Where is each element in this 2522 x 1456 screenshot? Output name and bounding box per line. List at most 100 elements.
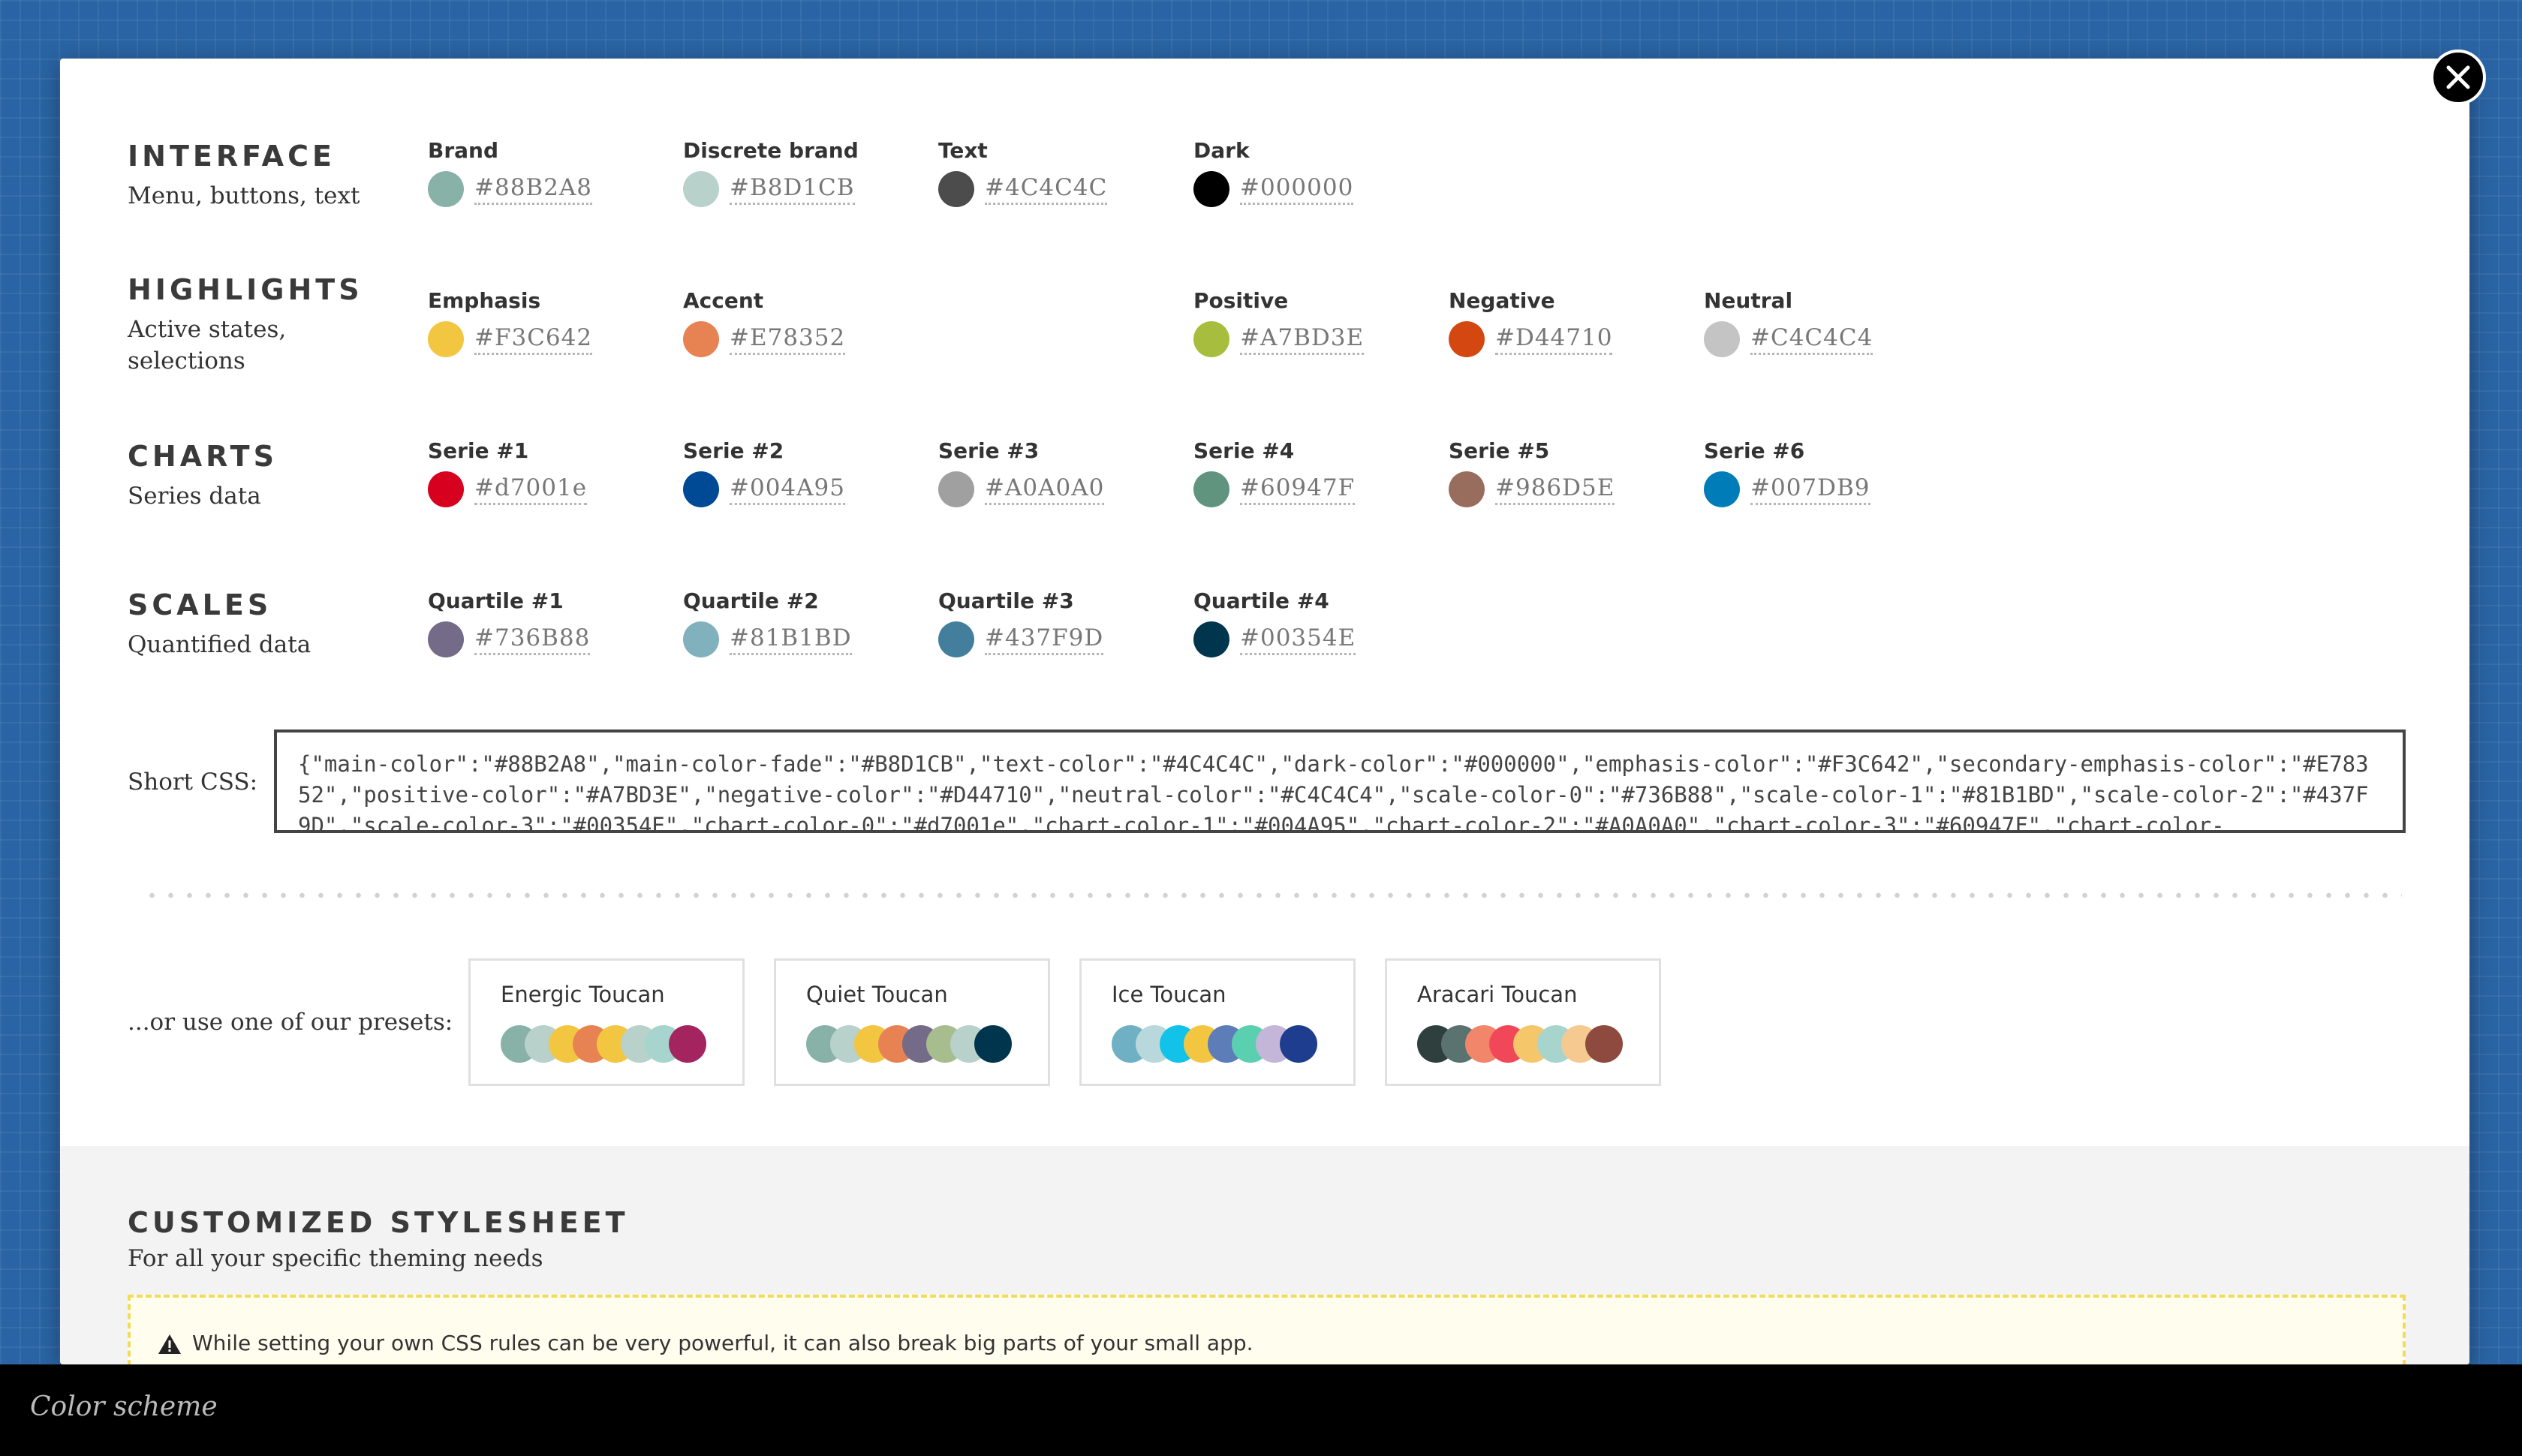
color-dot[interactable] xyxy=(938,171,974,207)
scales-title: SCALES xyxy=(128,588,272,621)
hex-input[interactable]: #A0A0A0 xyxy=(985,474,1105,505)
color-dot[interactable] xyxy=(1704,321,1740,357)
color-dot[interactable] xyxy=(938,621,974,657)
color-dot[interactable] xyxy=(683,171,719,207)
swatch-label: Serie #2 xyxy=(683,438,784,463)
swatch-dark[interactable]: Dark #000000 xyxy=(1193,138,1419,207)
close-button[interactable] xyxy=(2430,50,2486,105)
swatch-accent[interactable]: Accent #E78352 xyxy=(683,288,908,357)
preset-name: Quiet Toucan xyxy=(806,982,948,1007)
swatch-label: Quartile #2 xyxy=(683,588,819,613)
swatch-serie-6[interactable]: Serie #6 #007DB9 xyxy=(1704,438,1929,507)
image-caption: Color scheme xyxy=(30,1391,218,1422)
swatch-label: Emphasis xyxy=(428,288,541,313)
hex-input[interactable]: #81B1BD xyxy=(730,624,852,655)
swatch-quartile-2[interactable]: Quartile #2 #81B1BD xyxy=(683,588,908,657)
hex-input[interactable]: #B8D1CB xyxy=(730,174,855,205)
swatch-quartile-3[interactable]: Quartile #3 #437F9D xyxy=(938,588,1163,657)
hex-input[interactable]: #88B2A8 xyxy=(474,174,593,205)
swatch-serie-2[interactable]: Serie #2 #004A95 xyxy=(683,438,908,507)
highlights-subtitle: Active states, selections xyxy=(128,316,287,375)
swatch-discrete-brand[interactable]: Discrete brand #B8D1CB xyxy=(683,138,908,207)
hex-input[interactable]: #60947F xyxy=(1240,474,1356,505)
color-dot[interactable] xyxy=(683,471,719,507)
hex-input[interactable]: #007DB9 xyxy=(1750,474,1870,505)
custom-stylesheet-section: CUSTOMIZED STYLESHEET For all your speci… xyxy=(60,1146,2469,1364)
preset-color-dot xyxy=(1585,1025,1623,1063)
swatch-negative[interactable]: Negative #D44710 xyxy=(1449,288,1674,357)
swatch-label: Quartile #4 xyxy=(1193,588,1329,613)
hex-input[interactable]: #4C4C4C xyxy=(985,174,1108,205)
swatch-quartile-1[interactable]: Quartile #1 #736B88 xyxy=(428,588,653,657)
short-css-textarea[interactable]: {"main-color":"#88B2A8","main-color-fade… xyxy=(274,730,2406,833)
swatch-positive[interactable]: Positive #A7BD3E xyxy=(1193,288,1419,357)
presets-label: ...or use one of our presets: xyxy=(128,1009,453,1036)
swatch-label: Positive xyxy=(1193,288,1289,313)
hex-input[interactable]: #C4C4C4 xyxy=(1750,324,1873,355)
color-dot[interactable] xyxy=(428,171,464,207)
swatch-quartile-4[interactable]: Quartile #4 #00354E xyxy=(1193,588,1419,657)
swatch-label: Neutral xyxy=(1704,288,1793,313)
preset-energic-toucan[interactable]: Energic Toucan xyxy=(468,958,745,1086)
interface-title: INTERFACE xyxy=(128,140,336,173)
hex-input[interactable]: #D44710 xyxy=(1495,324,1613,355)
swatch-label: Serie #4 xyxy=(1193,438,1295,463)
color-dot[interactable] xyxy=(683,621,719,657)
highlights-title: HIGHLIGHTS xyxy=(128,273,363,306)
preset-quiet-toucan[interactable]: Quiet Toucan xyxy=(774,958,1050,1086)
custom-stylesheet-title: CUSTOMIZED STYLESHEET xyxy=(128,1206,629,1239)
color-dot[interactable] xyxy=(1449,321,1485,357)
swatch-serie-5[interactable]: Serie #5 #986D5E xyxy=(1449,438,1674,507)
preset-color-dot xyxy=(669,1025,706,1063)
color-dot[interactable] xyxy=(938,471,974,507)
charts-subtitle: Series data xyxy=(128,483,261,510)
hex-input[interactable]: #d7001e xyxy=(474,474,588,505)
color-dot[interactable] xyxy=(1449,471,1485,507)
swatch-label: Quartile #3 xyxy=(938,588,1074,613)
color-dot[interactable] xyxy=(1704,471,1740,507)
scales-subtitle: Quantified data xyxy=(128,631,311,658)
color-dot[interactable] xyxy=(428,621,464,657)
custom-stylesheet-subtitle: For all your specific theming needs xyxy=(128,1245,543,1272)
swatch-label: Brand xyxy=(428,138,499,163)
swatch-label: Text xyxy=(938,138,988,163)
color-dot[interactable] xyxy=(428,471,464,507)
hex-input[interactable]: #00354E xyxy=(1240,624,1356,655)
swatch-neutral[interactable]: Neutral #C4C4C4 xyxy=(1704,288,1929,357)
swatch-text[interactable]: Text #4C4C4C xyxy=(938,138,1163,207)
hex-input[interactable]: #F3C642 xyxy=(474,324,593,355)
close-icon xyxy=(2446,65,2470,89)
preset-name: Energic Toucan xyxy=(501,982,665,1007)
hex-input[interactable]: #736B88 xyxy=(474,624,591,655)
color-scheme-modal: INTERFACE Menu, buttons, text Brand #88B… xyxy=(60,59,2469,1364)
swatch-label: Discrete brand xyxy=(683,138,859,163)
preset-name: Ice Toucan xyxy=(1112,982,1226,1007)
hex-input[interactable]: #000000 xyxy=(1240,174,1354,205)
swatch-label: Serie #5 xyxy=(1449,438,1550,463)
color-dot[interactable] xyxy=(683,321,719,357)
color-dot[interactable] xyxy=(1193,171,1229,207)
swatch-label: Accent xyxy=(683,288,764,313)
preset-ice-toucan[interactable]: Ice Toucan xyxy=(1079,958,1356,1086)
color-dot[interactable] xyxy=(1193,621,1229,657)
preset-color-dot xyxy=(974,1025,1012,1063)
swatch-label: Dark xyxy=(1193,138,1250,163)
swatch-serie-1[interactable]: Serie #1 #d7001e xyxy=(428,438,653,507)
swatch-label: Negative xyxy=(1449,288,1555,313)
swatch-emphasis[interactable]: Emphasis #F3C642 xyxy=(428,288,653,357)
swatch-label: Serie #1 xyxy=(428,438,529,463)
hex-input[interactable]: #A7BD3E xyxy=(1240,324,1365,355)
color-dot[interactable] xyxy=(1193,471,1229,507)
preset-aracari-toucan[interactable]: Aracari Toucan xyxy=(1385,958,1661,1086)
swatch-brand[interactable]: Brand #88B2A8 xyxy=(428,138,653,207)
hex-input[interactable]: #004A95 xyxy=(730,474,845,505)
hex-input[interactable]: #E78352 xyxy=(730,324,846,355)
color-dot[interactable] xyxy=(428,321,464,357)
dotted-divider xyxy=(143,892,2402,898)
swatch-serie-4[interactable]: Serie #4 #60947F xyxy=(1193,438,1419,507)
color-dot[interactable] xyxy=(1193,321,1229,357)
swatch-serie-3[interactable]: Serie #3 #A0A0A0 xyxy=(938,438,1163,507)
hex-input[interactable]: #986D5E xyxy=(1495,474,1615,505)
hex-input[interactable]: #437F9D xyxy=(985,624,1104,655)
warning-icon xyxy=(158,1334,181,1354)
